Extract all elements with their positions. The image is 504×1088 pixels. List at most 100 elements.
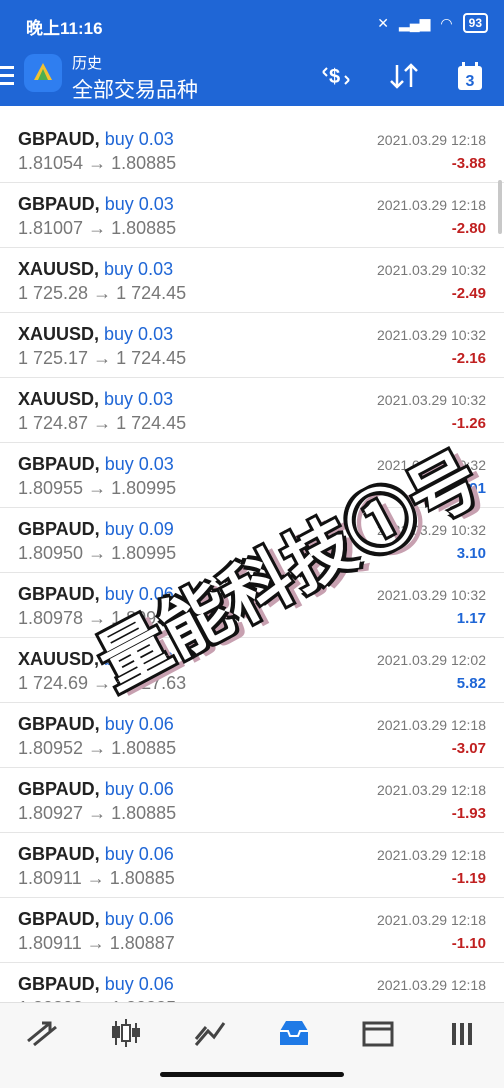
trade-side-volume: buy 0.06 bbox=[104, 779, 174, 799]
page-subtitle: 历史 bbox=[72, 55, 103, 72]
nav-window[interactable] bbox=[336, 1003, 420, 1063]
trade-profit: -2.49 bbox=[451, 285, 486, 302]
trade-datetime: 2021.03.29 12:18 bbox=[377, 912, 486, 928]
trade-profit: -2.16 bbox=[451, 350, 486, 367]
trade-side-volume: buy 0.06 bbox=[104, 974, 174, 994]
symbol-name: XAUUSD, bbox=[18, 324, 100, 344]
trade-datetime: 2021.03.29 12:18 bbox=[377, 132, 486, 148]
trade-prices: 1 725.28 → 1 724.45 bbox=[18, 283, 187, 303]
trade-prices: 1 725.17 → 1 724.45 bbox=[18, 348, 187, 368]
trade-prices: 1.81054 → 1.80885 bbox=[18, 153, 177, 173]
trade-side-volume: buy 0.03 bbox=[104, 324, 174, 344]
status-icons: ✕ ▂▄▆ ◠ 93 bbox=[377, 13, 488, 33]
symbol-name: XAUUSD, bbox=[18, 649, 100, 669]
trade-side-volume: buy 0.03 bbox=[104, 389, 174, 409]
trade-prices: 1.80952 → 1.80885 bbox=[18, 738, 177, 758]
trade-symbol: GBPAUD, buy 0.06 bbox=[18, 844, 174, 865]
battery-icon: 93 bbox=[462, 13, 488, 33]
trade-prices: 1 724.87 → 1 724.45 bbox=[18, 413, 187, 433]
symbol-name: XAUUSD, bbox=[18, 389, 100, 409]
trade-symbol: XAUUSD, buy 0.03 bbox=[18, 324, 173, 345]
trend-line-icon bbox=[194, 1022, 226, 1046]
trade-prices: 1.80955 → 1.80995 bbox=[18, 478, 177, 498]
trade-symbol: GBPAUD, buy 0.03 bbox=[18, 194, 174, 215]
calendar-day: 3 bbox=[466, 73, 475, 90]
trade-row[interactable]: GBPAUD, buy 0.06 1.80911 → 1.80887 2021.03… bbox=[0, 898, 504, 963]
trade-profit: -1.10 bbox=[451, 935, 486, 952]
trade-symbol: XAUUSD, buy 0.03 bbox=[18, 259, 173, 280]
wifi-icon: ◠ bbox=[440, 14, 453, 31]
trade-datetime: 2021.03.29 12:18 bbox=[377, 847, 486, 863]
trade-symbol: GBPAUD, buy 0.06 bbox=[18, 909, 174, 930]
trade-prices: 1.80950 → 1.80995 bbox=[18, 543, 177, 563]
trade-datetime: 2021.03.29 12:18 bbox=[377, 197, 486, 213]
currency-exchange-icon[interactable]: $ bbox=[318, 60, 354, 92]
app-logo bbox=[24, 54, 62, 92]
trade-side-volume: buy 0.06 bbox=[104, 844, 174, 864]
trade-side-volume: buy 0.03 bbox=[104, 194, 174, 214]
symbol-name: GBPAUD, bbox=[18, 974, 100, 994]
symbol-name: GBPAUD, bbox=[18, 584, 100, 604]
trade-row[interactable]: GBPAUD, buy 0.06 1.80927 → 1.80885 2021.03… bbox=[0, 768, 504, 833]
trade-symbol: XAUUSD, buy 0.03 bbox=[18, 389, 173, 410]
sort-icon[interactable] bbox=[386, 60, 422, 92]
trade-side-volume: buy 0.03 bbox=[104, 129, 174, 149]
trade-datetime: 2021.03.29 10:32 bbox=[377, 392, 486, 408]
scrollbar[interactable] bbox=[498, 180, 502, 234]
trade-profit: 5.82 bbox=[456, 675, 486, 692]
nav-chart[interactable] bbox=[84, 1003, 168, 1063]
page-title[interactable]: 全部交易品种 bbox=[72, 74, 198, 104]
symbol-name: GBPAUD, bbox=[18, 779, 100, 799]
clock: 晚上11:16 bbox=[26, 19, 103, 38]
status-bar: 晚上11:16 ✕ ▂▄▆ ◠ 93 bbox=[0, 0, 504, 48]
trade-prices: 1.80927 → 1.80885 bbox=[18, 803, 177, 823]
trade-symbol: GBPAUD, buy 0.06 bbox=[18, 779, 174, 800]
symbol-name: GBPAUD, bbox=[18, 194, 100, 214]
candlestick-chart-icon bbox=[112, 1019, 140, 1047]
metatrader-logo-icon bbox=[34, 63, 52, 80]
trade-row[interactable]: GBPAUD, buy 0.03 1.81007 → 1.80885 2021.03… bbox=[0, 183, 504, 248]
trade-side-volume: buy 0.09 bbox=[104, 519, 174, 539]
symbol-name: GBPAUD, bbox=[18, 454, 100, 474]
screen: 晚上11:16 ✕ ▂▄▆ ◠ 93 历史 全部交易品种 $ 3 GBPAUD,… bbox=[0, 0, 504, 1088]
trade-profit: -1.93 bbox=[451, 805, 486, 822]
trade-side-volume: buy 0.03 bbox=[104, 259, 174, 279]
trade-row[interactable]: GBPAUD, buy 0.06 1.80911 → 1.80885 2021.03… bbox=[0, 833, 504, 898]
trade-profit: -1.19 bbox=[451, 870, 486, 887]
menu-icon[interactable] bbox=[0, 62, 14, 90]
trade-datetime: 2021.03.29 12:18 bbox=[377, 782, 486, 798]
nav-trade[interactable] bbox=[0, 1003, 84, 1063]
signal-icon: ▂▄▆ bbox=[398, 14, 431, 31]
nav-analytics[interactable] bbox=[168, 1003, 252, 1063]
trade-prices: 1.80911 → 1.80885 bbox=[18, 868, 175, 888]
svg-text:$: $ bbox=[329, 66, 340, 88]
trade-symbol: GBPAUD, buy 0.03 bbox=[18, 129, 174, 150]
history-inbox-icon bbox=[280, 1021, 308, 1045]
trade-row[interactable]: XAUUSD, buy 0.03 1 725.17 → 1 724.45 2021.… bbox=[0, 313, 504, 378]
symbol-name: GBPAUD, bbox=[18, 519, 100, 539]
trade-prices: 1.80911 → 1.80887 bbox=[18, 933, 175, 953]
trade-arrows-icon bbox=[27, 1021, 57, 1047]
trade-datetime: 2021.03.29 10:32 bbox=[377, 262, 486, 278]
bottom-navigation bbox=[0, 1002, 504, 1063]
trade-profit: -2.80 bbox=[451, 220, 486, 237]
nav-messages[interactable] bbox=[420, 1003, 504, 1063]
trade-side-volume: buy 0.06 bbox=[104, 909, 174, 929]
nav-history[interactable] bbox=[252, 1003, 336, 1063]
trade-datetime: 2021.03.29 10:32 bbox=[377, 327, 486, 343]
trade-profit: -3.88 bbox=[451, 155, 486, 172]
trade-row[interactable]: GBPAUD, buy 0.06 1.80952 → 1.80885 2021.03… bbox=[0, 703, 504, 768]
trade-prices: 1.81007 → 1.80885 bbox=[18, 218, 177, 238]
mute-icon: ✕ bbox=[377, 14, 389, 31]
trade-profit: -3.07 bbox=[451, 740, 486, 757]
home-indicator[interactable] bbox=[160, 1072, 344, 1077]
trade-row[interactable]: GBPAUD, buy 0.03 1.81054 → 1.80885 2021.03… bbox=[0, 118, 504, 183]
trade-symbol: GBPAUD, buy 0.06 bbox=[18, 974, 174, 995]
trade-row[interactable]: XAUUSD, buy 0.03 1 725.28 → 1 724.45 2021.… bbox=[0, 248, 504, 313]
app-toolbar: 历史 全部交易品种 $ 3 bbox=[0, 48, 504, 106]
trade-datetime: 2021.03.29 12:18 bbox=[377, 717, 486, 733]
calendar-icon[interactable]: 3 bbox=[452, 60, 488, 92]
trade-side-volume: buy 0.03 bbox=[104, 454, 174, 474]
symbol-name: XAUUSD, bbox=[18, 259, 100, 279]
symbol-name: GBPAUD, bbox=[18, 909, 100, 929]
